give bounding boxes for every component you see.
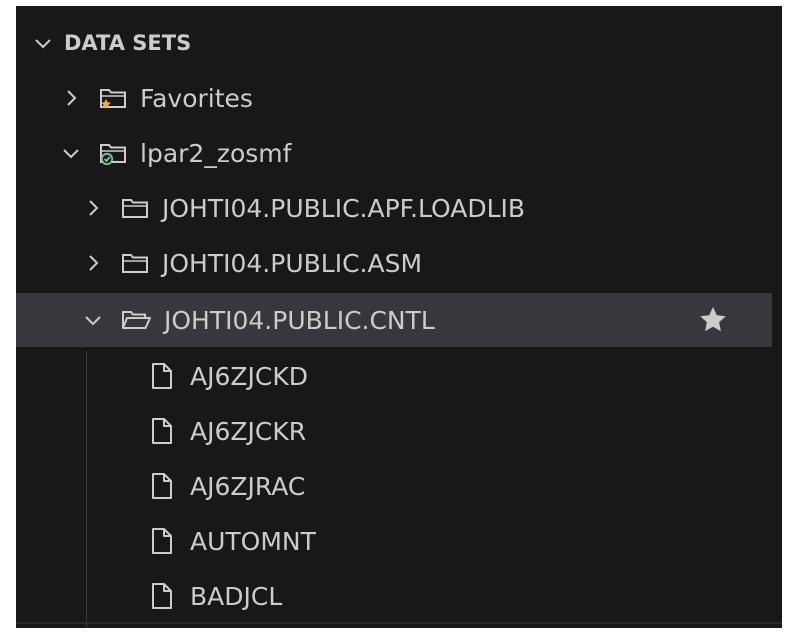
folder-icon [120,250,150,276]
chevron-right-icon [82,197,104,219]
tree-item-member[interactable]: AJ6ZJCKR [16,404,772,458]
tree-item-label: AJ6ZJRAC [190,471,306,501]
tree-item-profile[interactable]: lpar2_zosmf [16,126,772,180]
tree-item-label: BADJCL [190,581,283,611]
chevron-right-icon [82,252,104,274]
chevron-down-icon [82,309,104,331]
folder-connected-icon [98,140,128,166]
tree-item-label: Favorites [140,83,253,113]
tree-item-label: AUTOMNT [190,526,316,556]
tree-item-label: AJ6ZJCKR [190,416,307,446]
tree-item-member[interactable]: AJ6ZJRAC [16,459,772,513]
tree-item-dataset[interactable]: JOHTI04.PUBLIC.APF.LOADLIB [16,181,772,235]
tree-item-label: JOHTI04.PUBLIC.ASM [162,248,423,278]
tree-item-label: AJ6ZJCKD [190,361,308,391]
chevron-down-icon [32,32,54,54]
folder-open-icon [120,307,152,333]
tree-item-label: JOHTI04.PUBLIC.CNTL [164,305,435,335]
folder-icon [120,195,150,221]
section-title: DATA SETS [64,31,192,55]
star-icon[interactable] [698,305,728,335]
tree-item-favorites[interactable]: Favorites [16,71,772,125]
tree-item-dataset-selected[interactable]: JOHTI04.PUBLIC.CNTL [16,293,772,347]
panel-divider [16,622,782,624]
file-icon [150,527,174,555]
tree-item-label: JOHTI04.PUBLIC.APF.LOADLIB [162,193,526,223]
file-icon [150,582,174,610]
data-sets-section-header[interactable]: DATA SETS [16,16,772,70]
tree-item-dataset[interactable]: JOHTI04.PUBLIC.ASM [16,236,772,290]
folder-star-icon [98,85,128,111]
chevron-right-icon [60,87,82,109]
tree-item-member[interactable]: AUTOMNT [16,514,772,568]
tree-item-member[interactable]: AJ6ZJCKD [16,349,772,403]
file-icon [150,417,174,445]
tree-item-label: lpar2_zosmf [140,138,292,168]
data-sets-panel: DATA SETS Favorites lpar2_zosmf JOHTI04.… [16,6,782,628]
tree-item-member[interactable]: BADJCL [16,569,772,623]
file-icon [150,362,174,390]
chevron-down-icon [60,142,82,164]
file-icon [150,472,174,500]
